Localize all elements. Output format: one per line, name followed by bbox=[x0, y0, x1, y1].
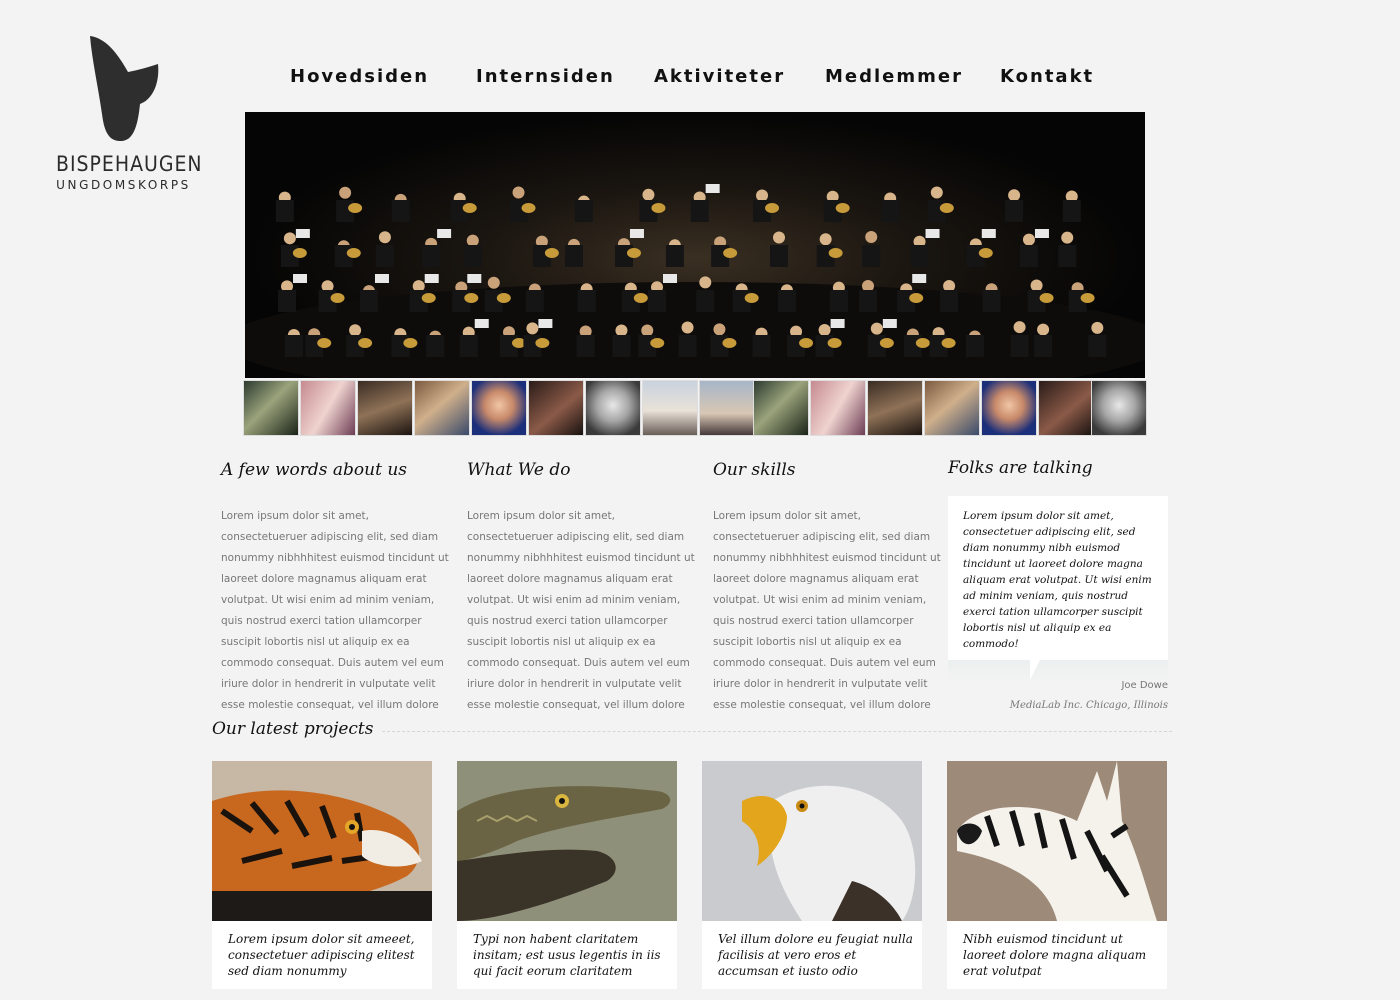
about-column: A few words about us Lorem ipsum dolor s… bbox=[221, 460, 449, 716]
project-card-zebra[interactable]: Nibh euismod tincidunt ut laoreet dolore… bbox=[947, 761, 1167, 989]
nav-aktiviteter[interactable]: Aktiviteter bbox=[654, 66, 785, 87]
project-caption-tiger: Lorem ipsum dolor sit ameeet, consectetu… bbox=[228, 932, 415, 978]
nav-medlemmer[interactable]: Medlemmer bbox=[825, 66, 963, 87]
projects-divider bbox=[382, 731, 1172, 732]
thumbnail-beach[interactable] bbox=[642, 380, 698, 436]
about-title: A few words about us bbox=[221, 460, 408, 480]
project-image-tiger[interactable] bbox=[212, 761, 432, 921]
project-image-crocodile[interactable] bbox=[457, 761, 677, 921]
thumbnail-family[interactable] bbox=[414, 380, 470, 436]
thumbnail-family-2[interactable] bbox=[924, 380, 980, 436]
orchestra-photo bbox=[245, 184, 1145, 378]
quote-bubble-tail bbox=[948, 660, 1168, 682]
hero-slideshow-image[interactable] bbox=[245, 112, 1145, 378]
thumbnail-joker-2[interactable] bbox=[753, 380, 809, 436]
thumbnail-strip bbox=[243, 380, 1147, 436]
thumbnail-face-2[interactable] bbox=[810, 380, 866, 436]
logo-subtitle: UNGDOMSKORPS bbox=[56, 178, 191, 192]
thumbnail-girl[interactable] bbox=[471, 380, 527, 436]
project-image-eagle[interactable] bbox=[702, 761, 922, 921]
thumbnail-portrait-bw[interactable] bbox=[585, 380, 641, 436]
what-we-do-text: Lorem ipsum dolor sit amet, consectetuer… bbox=[467, 510, 695, 711]
project-card-tiger[interactable]: Lorem ipsum dolor sit ameeet, consectetu… bbox=[212, 761, 432, 989]
testimonial-author: Joe Dowe bbox=[1121, 680, 1168, 691]
project-image-zebra[interactable] bbox=[947, 761, 1167, 921]
thumbnail-joker[interactable] bbox=[243, 380, 299, 436]
nav-kontakt[interactable]: Kontakt bbox=[1000, 66, 1094, 87]
skills-text: Lorem ipsum dolor sit amet, consectetuer… bbox=[713, 510, 941, 711]
harp-logo-icon bbox=[90, 36, 159, 142]
skills-column: Our skills Lorem ipsum dolor sit amet, c… bbox=[713, 460, 941, 716]
nav-hovedsiden[interactable]: Hovedsiden bbox=[290, 66, 429, 87]
project-caption-zebra: Nibh euismod tincidunt ut laoreet dolore… bbox=[963, 932, 1147, 978]
what-we-do-title: What We do bbox=[467, 460, 571, 480]
thumbnail-figure[interactable] bbox=[699, 380, 755, 436]
project-caption-eagle: Vel illum dolore eu feugiat nulla facili… bbox=[718, 932, 913, 978]
project-card-eagle[interactable]: Vel illum dolore eu feugiat nulla facili… bbox=[702, 761, 922, 989]
skills-title: Our skills bbox=[713, 460, 796, 480]
about-text: Lorem ipsum dolor sit amet, consectetuer… bbox=[221, 510, 449, 711]
testimonial-quote: Lorem ipsum dolor sit amet, consectetuer… bbox=[948, 496, 1168, 660]
testimonial-title: Folks are talking bbox=[948, 458, 1093, 478]
project-card-crocodile[interactable]: Typi non habent claritatem insitam; est … bbox=[457, 761, 677, 989]
project-caption-crocodile: Typi non habent claritatem insitam; est … bbox=[473, 932, 661, 978]
what-we-do-column: What We do Lorem ipsum dolor sit amet, c… bbox=[467, 460, 695, 716]
thumbnail-couple-2[interactable] bbox=[1038, 380, 1094, 436]
thumbnail-room-2[interactable] bbox=[867, 380, 923, 436]
testimonial-company: MediaLab Inc. Chicago, Illinois bbox=[1009, 700, 1168, 711]
projects-title: Our latest projects bbox=[212, 719, 374, 739]
thumbnail-face[interactable] bbox=[300, 380, 356, 436]
thumbnail-girl-2[interactable] bbox=[981, 380, 1037, 436]
thumbnail-portrait-bw-2[interactable] bbox=[1091, 380, 1147, 436]
testimonial: Folks are talking Lorem ipsum dolor sit … bbox=[948, 458, 1168, 711]
logo-name: BISPEHAUGEN bbox=[56, 152, 203, 176]
site-logo[interactable]: BISPEHAUGEN UNGDOMSKORPS bbox=[56, 34, 203, 194]
nav-internsiden[interactable]: Internsiden bbox=[476, 66, 615, 87]
thumbnail-room[interactable] bbox=[357, 380, 413, 436]
thumbnail-couple[interactable] bbox=[528, 380, 584, 436]
